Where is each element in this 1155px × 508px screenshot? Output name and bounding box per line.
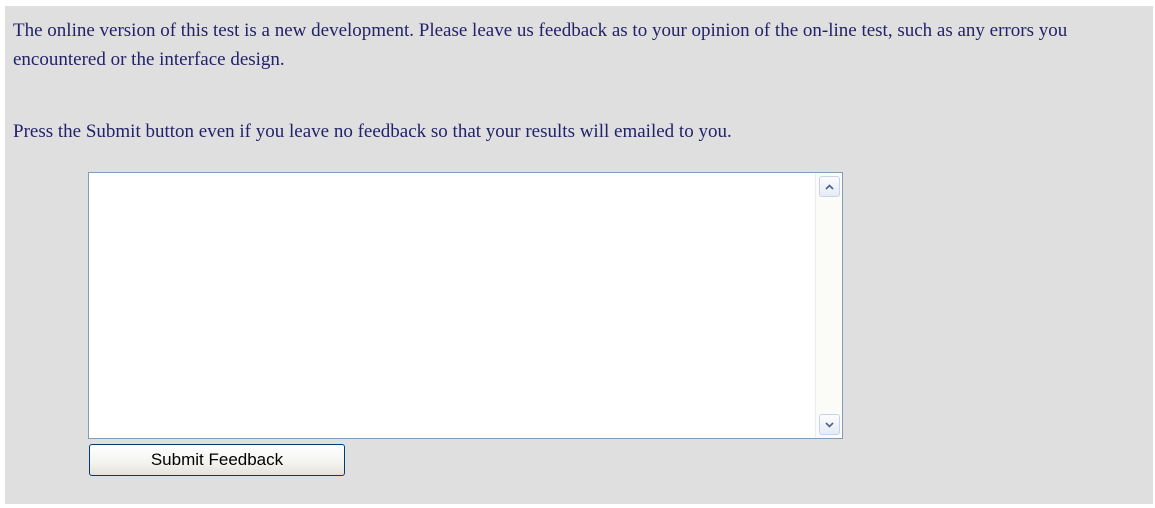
feedback-textarea-container [88, 172, 843, 439]
scroll-up-button[interactable] [819, 176, 840, 197]
chevron-down-icon [825, 421, 834, 428]
feedback-textarea[interactable] [89, 173, 816, 438]
submit-feedback-button[interactable]: Submit Feedback [89, 444, 345, 476]
feedback-panel: The online version of this test is a new… [5, 6, 1153, 504]
instruction-text: Press the Submit button even if you leav… [13, 121, 732, 142]
intro-text: The online version of this test is a new… [13, 20, 1068, 70]
chevron-up-icon [825, 183, 834, 190]
scroll-down-button[interactable] [819, 414, 840, 435]
textarea-scrollbar[interactable] [815, 173, 842, 438]
